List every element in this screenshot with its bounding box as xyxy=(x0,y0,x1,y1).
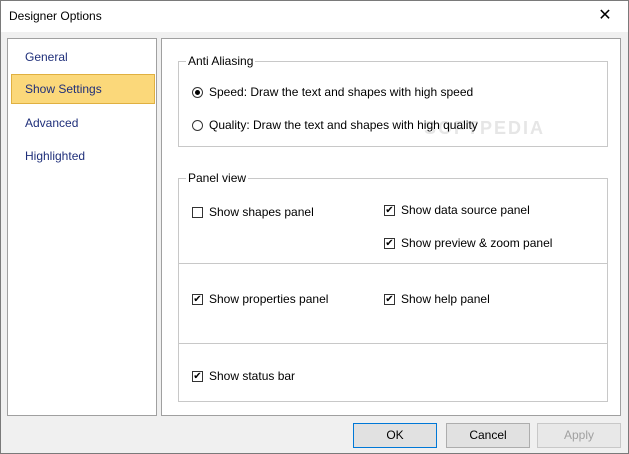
show-properties-panel-checkbox[interactable] xyxy=(192,293,203,305)
anti-aliasing-title: Anti Aliasing xyxy=(186,54,256,68)
speed-radio-label: Speed: Draw the text and shapes with hig… xyxy=(209,85,474,99)
show-status-bar-label: Show status bar xyxy=(209,369,296,383)
show-status-bar-checkbox[interactable] xyxy=(192,370,203,382)
show-shapes-panel-label: Show shapes panel xyxy=(209,205,314,219)
settings-content-panel: SOFTPEDIA Anti Aliasing Speed: Draw the … xyxy=(161,38,621,416)
sidebar-item-highlighted[interactable]: Highlighted xyxy=(11,141,155,171)
show-data-source-panel-label: Show data source panel xyxy=(401,203,530,217)
anti-aliasing-group: Anti Aliasing Speed: Draw the text and s… xyxy=(178,54,608,147)
panel-view-group: Panel view Show shapes panel Show data s… xyxy=(178,171,608,402)
speed-radio[interactable] xyxy=(192,86,203,98)
quality-radio[interactable] xyxy=(192,119,203,131)
show-shapes-panel-checkbox[interactable] xyxy=(192,206,203,218)
cancel-button[interactable]: Cancel xyxy=(446,423,530,448)
show-help-panel-checkbox[interactable] xyxy=(384,293,395,305)
show-properties-panel-option[interactable]: Show properties panel xyxy=(192,292,328,306)
title-bar[interactable]: Designer Options ✕ xyxy=(1,1,628,32)
show-status-bar-option[interactable]: Show status bar xyxy=(192,369,295,383)
ok-button[interactable]: OK xyxy=(353,423,437,448)
show-shapes-panel-option[interactable]: Show shapes panel xyxy=(192,205,314,219)
settings-category-list: General Show Settings Advanced Highlight… xyxy=(7,38,157,416)
quality-radio-option[interactable]: Quality: Draw the text and shapes with h… xyxy=(192,118,478,132)
show-help-panel-label: Show help panel xyxy=(401,292,490,306)
sidebar-item-advanced[interactable]: Advanced xyxy=(11,108,155,138)
panel-view-separator-2 xyxy=(179,343,608,344)
sidebar-item-general[interactable]: General xyxy=(11,42,155,72)
window-title: Designer Options xyxy=(9,9,102,23)
show-data-source-panel-option[interactable]: Show data source panel xyxy=(384,203,530,217)
show-preview-zoom-panel-checkbox[interactable] xyxy=(384,237,395,249)
panel-view-title: Panel view xyxy=(186,171,249,185)
show-help-panel-option[interactable]: Show help panel xyxy=(384,292,490,306)
quality-radio-label: Quality: Draw the text and shapes with h… xyxy=(209,118,478,132)
show-properties-panel-label: Show properties panel xyxy=(209,292,329,306)
sidebar-item-show-settings[interactable]: Show Settings xyxy=(11,74,155,104)
apply-button[interactable]: Apply xyxy=(537,423,621,448)
designer-options-window: Designer Options ✕ General Show Settings… xyxy=(0,0,629,454)
show-preview-zoom-panel-label: Show preview & zoom panel xyxy=(401,236,553,250)
show-preview-zoom-panel-option[interactable]: Show preview & zoom panel xyxy=(384,236,552,250)
panel-view-separator-1 xyxy=(179,263,608,264)
close-icon[interactable]: ✕ xyxy=(582,1,628,32)
speed-radio-option[interactable]: Speed: Draw the text and shapes with hig… xyxy=(192,85,473,99)
show-data-source-panel-checkbox[interactable] xyxy=(384,204,395,216)
